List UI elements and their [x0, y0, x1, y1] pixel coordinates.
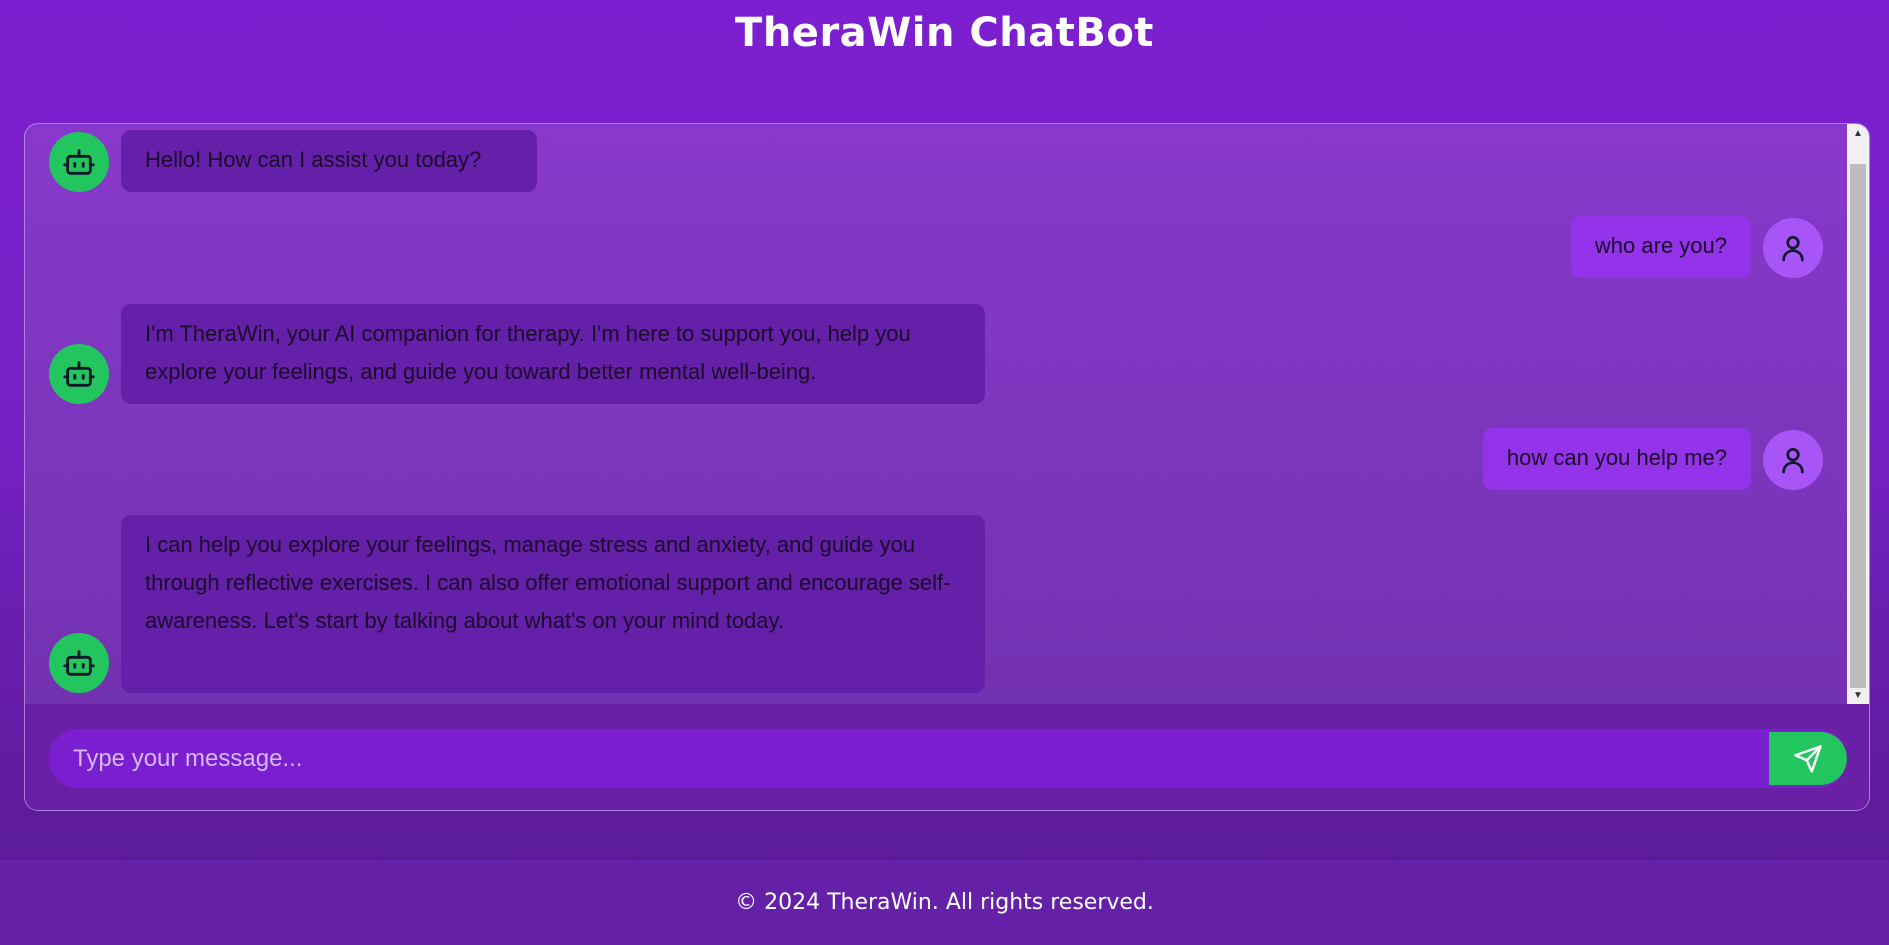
chat-window: Hello! How can I assist you today? who a… [24, 123, 1870, 811]
bot-message: Hello! How can I assist you today? [49, 130, 537, 192]
robot-icon [49, 132, 109, 192]
bot-message: I'm TheraWin, your AI companion for ther… [49, 304, 985, 404]
user-icon [1763, 430, 1823, 490]
message-list: Hello! How can I assist you today? who a… [25, 124, 1847, 704]
copyright-text: © 2024 TheraWin. All rights reserved. [735, 890, 1154, 915]
message-input[interactable] [49, 729, 1769, 788]
scroll-down-icon[interactable]: ▼ [1847, 686, 1869, 704]
robot-icon [49, 633, 109, 693]
user-message: how can you help me? [1482, 428, 1823, 490]
send-button[interactable] [1769, 732, 1847, 785]
message-text: who are you? [1570, 216, 1751, 278]
message-text: how can you help me? [1482, 428, 1751, 490]
user-message: who are you? [1570, 216, 1823, 278]
message-text: I'm TheraWin, your AI companion for ther… [121, 304, 985, 404]
user-icon [1763, 218, 1823, 278]
page-title: TheraWin ChatBot [735, 10, 1154, 56]
message-text: Hello! How can I assist you today? [121, 130, 537, 192]
scrollbar-thumb[interactable] [1850, 164, 1866, 688]
send-icon [1794, 744, 1822, 773]
message-text: I can help you explore your feelings, ma… [121, 515, 985, 693]
scroll-up-icon[interactable]: ▲ [1847, 124, 1869, 142]
robot-icon [49, 344, 109, 404]
message-input-wrapper [49, 729, 1847, 788]
composer [25, 704, 1869, 810]
chat-scrollbar[interactable]: ▲ ▼ [1847, 124, 1869, 704]
bot-message: I can help you explore your feelings, ma… [49, 515, 985, 693]
footer: © 2024 TheraWin. All rights reserved. [0, 860, 1889, 945]
